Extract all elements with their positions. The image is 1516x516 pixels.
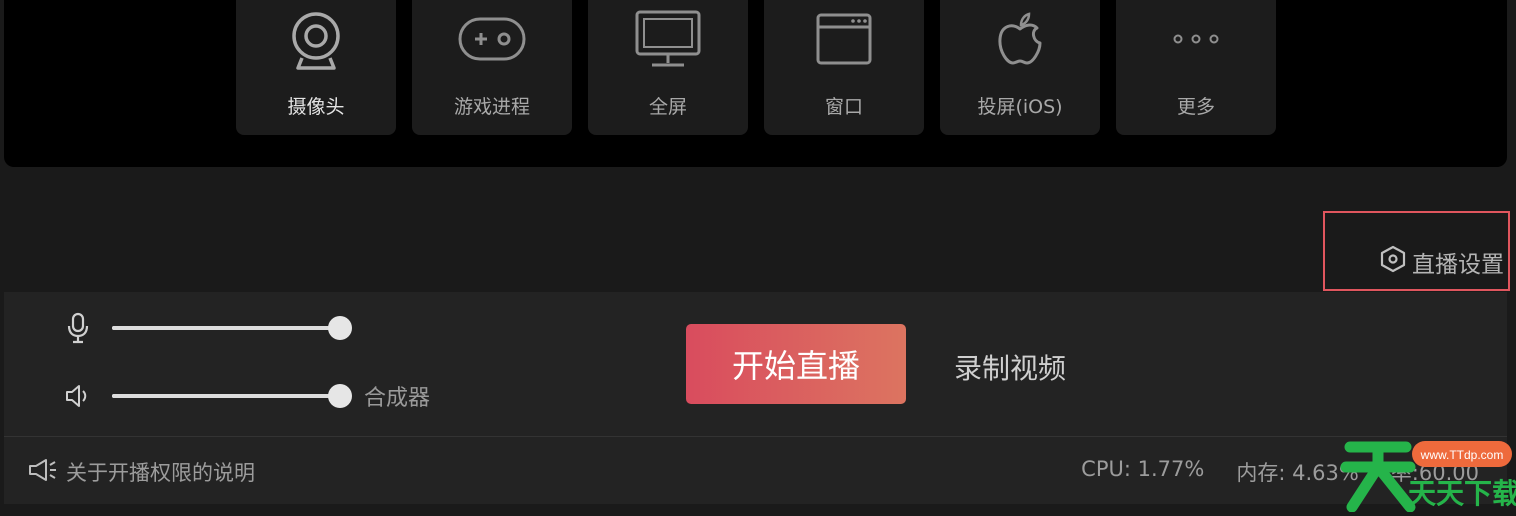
monitor-icon [633,8,703,70]
status-bar: 关于开播权限的说明 CPU: 1.77% 内存: 4.63% 率:60.00 [4,437,1507,504]
hexagon-settings-icon [1380,245,1406,279]
mic-volume-fill [112,326,340,330]
mixer-button[interactable]: 合成器 [364,380,430,412]
megaphone-icon [28,458,58,487]
cpu-usage: CPU: 1.77% [1081,457,1205,481]
mic-row [64,312,352,344]
start-live-button[interactable]: 开始直播 [686,324,906,404]
frame-rate: 率:60.00 [1390,461,1479,485]
live-settings-button[interactable]: 直播设置 [1380,245,1504,279]
source-label: 全屏 [648,96,687,118]
permission-notice-label: 关于开播权限的说明 [66,461,255,485]
microphone-icon[interactable] [64,312,92,344]
source-camera[interactable]: 摄像头 [236,0,396,135]
mic-volume-slider[interactable] [112,316,352,340]
control-panel: 合成器 开始直播 录制视频 关于开播权限的说明 CPU: 1.77% 内存: 4… [4,292,1507,504]
speaker-volume-slider[interactable] [112,384,352,408]
source-more[interactable]: 更多 [1116,0,1276,135]
system-stats: CPU: 1.77% 内存: 4.63% 率:60.00 [1081,457,1479,487]
source-fullscreen[interactable]: 全屏 [588,0,748,135]
memory-usage: 内存: 4.63% [1236,461,1359,485]
source-label: 投屏(iOS) [977,96,1063,118]
record-video-button[interactable]: 录制视频 [954,347,1066,387]
source-panel: 摄像头 游戏进程 全屏 窗口 投屏(iOS) 更多 [4,0,1507,167]
speaker-volume-knob[interactable] [328,384,352,408]
source-list: 摄像头 游戏进程 全屏 窗口 投屏(iOS) 更多 [236,0,1276,135]
source-window[interactable]: 窗口 [764,0,924,135]
apple-icon [985,8,1055,70]
source-game[interactable]: 游戏进程 [412,0,572,135]
webcam-icon [281,8,351,70]
source-ios[interactable]: 投屏(iOS) [940,0,1100,135]
window-icon [809,8,879,70]
permission-notice-link[interactable]: 关于开播权限的说明 [28,457,255,487]
more-dots-icon [1161,8,1231,70]
live-settings-label: 直播设置 [1412,252,1504,278]
source-label: 游戏进程 [453,96,530,118]
gamepad-icon [457,8,527,70]
source-label: 窗口 [824,96,863,118]
source-label: 摄像头 [287,96,345,118]
source-label: 更多 [1176,96,1215,118]
speaker-volume-fill [112,394,340,398]
mic-volume-knob[interactable] [328,316,352,340]
speaker-row: 合成器 [64,380,430,412]
speaker-icon[interactable] [64,380,92,412]
